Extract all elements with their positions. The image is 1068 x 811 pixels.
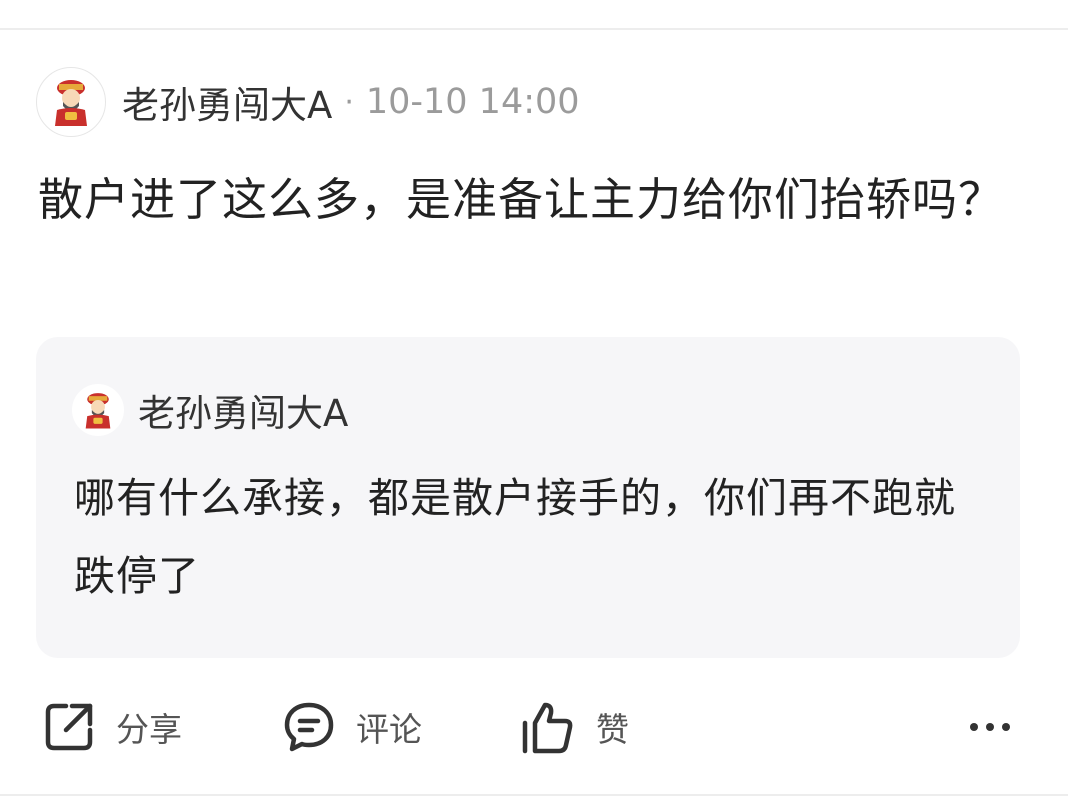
- share-button[interactable]: 分享: [42, 694, 182, 760]
- comment-button[interactable]: 评论: [282, 694, 422, 760]
- quote-author-name[interactable]: 老孙勇闯大A: [138, 383, 348, 437]
- quote-header: 老孙勇闯大A: [72, 383, 348, 437]
- action-bar: 分享 评论 赞: [0, 694, 1068, 760]
- author-name[interactable]: 老孙勇闯大A: [122, 75, 332, 129]
- more-dot: [986, 723, 994, 731]
- quoted-post[interactable]: 老孙勇闯大A 哪有什么承接，都是散户接手的，你们再不跑就跌停了: [36, 337, 1020, 658]
- quote-content: 哪有什么承接，都是散户接手的，你们再不跑就跌停了: [74, 474, 956, 600]
- comment-label: 评论: [356, 710, 422, 749]
- quote-author-avatar[interactable]: [72, 384, 124, 436]
- share-icon: [45, 703, 93, 751]
- post-content: 散户进了这么多，是准备让主力给你们抬轿吗？: [38, 173, 1005, 226]
- post-header: 老孙勇闯大A · 10-10 14:00: [36, 66, 580, 138]
- post-time: 10-10 14:00: [365, 82, 580, 122]
- meta-separator: ·: [344, 84, 354, 120]
- share-label: 分享: [116, 710, 182, 749]
- more-dot: [1002, 723, 1010, 731]
- bottom-divider: [0, 794, 1068, 796]
- avatar-icon: [85, 393, 111, 429]
- top-divider: [0, 28, 1068, 30]
- thumbs-up-icon: [522, 702, 573, 754]
- like-button[interactable]: 赞: [520, 694, 629, 760]
- avatar-icon: [55, 80, 87, 126]
- more-button[interactable]: [962, 694, 1018, 760]
- author-avatar[interactable]: [36, 67, 106, 137]
- comment-icon: [284, 702, 334, 752]
- like-label: 赞: [596, 710, 629, 749]
- more-dot: [970, 723, 978, 731]
